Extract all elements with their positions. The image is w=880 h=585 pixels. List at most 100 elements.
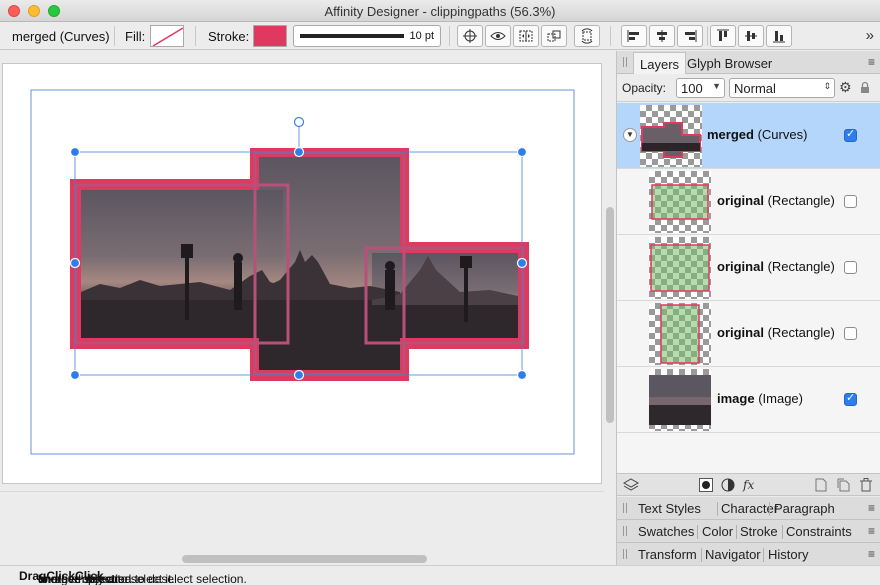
tab-history[interactable]: History	[768, 547, 808, 562]
status-message: 'merged' selected. Drag to move selectio…	[19, 569, 247, 585]
distribute-horizontal-button[interactable]	[513, 25, 539, 47]
collapse-triangle-icon[interactable]: ▼	[623, 128, 637, 142]
context-toolbar: merged (Curves) Fill: Stroke: 10 pt »	[0, 22, 880, 50]
lock-icon[interactable]	[860, 81, 870, 97]
status-bar: 'merged' selected. Drag to move selectio…	[0, 565, 880, 585]
view-mode-button[interactable]	[485, 25, 511, 47]
toolbar-divider	[449, 26, 450, 46]
chevron-down-icon: ▼	[712, 81, 721, 91]
canvas-area[interactable]	[0, 51, 615, 565]
canvas-artwork[interactable]	[0, 51, 615, 565]
adjustment-icon[interactable]	[721, 478, 735, 495]
drag-grip-icon[interactable]	[623, 526, 627, 536]
align-middle-button[interactable]	[738, 25, 764, 47]
tab-text-styles[interactable]: Text Styles	[638, 501, 701, 516]
align-top-button[interactable]	[710, 25, 736, 47]
fill-swatch[interactable]	[150, 25, 184, 47]
blend-mode-dropdown[interactable]: Normal ⇕	[729, 78, 835, 98]
layer-row-original[interactable]: original (Rectangle)	[617, 169, 880, 235]
opacity-label: Opacity:	[622, 81, 667, 95]
arrange-icon	[547, 30, 561, 42]
handle-top-right	[516, 146, 528, 158]
horizontal-scrollbar[interactable]	[182, 555, 427, 563]
align-top-icon	[717, 29, 729, 41]
window-title: Affinity Designer - clippingpaths (56.3%…	[324, 4, 556, 19]
drag-grip-icon[interactable]	[623, 503, 627, 513]
panel-menu-icon[interactable]: ≡	[868, 547, 875, 561]
drag-grip-icon[interactable]	[623, 57, 627, 67]
tab-color[interactable]: Color	[702, 524, 733, 539]
flip-horizontal-icon	[519, 30, 533, 42]
tab-navigator[interactable]: Navigator	[705, 547, 761, 562]
layers-stack-icon[interactable]	[622, 478, 640, 495]
tab-glyph-browser[interactable]: Glyph Browser	[681, 52, 778, 74]
tab-swatches[interactable]: Swatches	[638, 524, 694, 539]
rectangle-thumbnail	[651, 184, 709, 220]
layer-row-merged[interactable]: ▼ merged (Curves)	[617, 103, 880, 169]
studio-panel: Layers Glyph Browser ≡ Opacity: 100 ▼ No…	[616, 51, 880, 566]
image-thumbnail	[649, 375, 711, 425]
effects-icon[interactable]: fx	[743, 478, 754, 492]
rectangle-thumbnail	[650, 244, 710, 292]
rotate-button[interactable]	[574, 25, 600, 47]
toolbar-divider	[114, 26, 115, 46]
layer-visibility-checkbox[interactable]	[844, 261, 857, 274]
layer-visibility-checkbox[interactable]	[844, 391, 857, 406]
tab-stroke[interactable]: Stroke	[740, 524, 778, 539]
layer-thumbnail	[649, 171, 711, 233]
tab-layers[interactable]: Layers	[633, 52, 687, 74]
tab-paragraph[interactable]: Paragraph	[774, 501, 835, 516]
layer-row-image[interactable]: image (Image)	[617, 367, 880, 433]
swatches-panel-header: Swatches Color Stroke Constraints ≡	[617, 520, 880, 543]
panel-menu-icon[interactable]: ≡	[868, 501, 875, 515]
layer-thumbnail	[649, 237, 711, 299]
add-layer-icon[interactable]	[815, 478, 827, 495]
panel-menu-icon[interactable]: ≡	[868, 55, 875, 69]
blend-mode-value: Normal	[734, 81, 776, 96]
align-right-button[interactable]	[677, 25, 703, 47]
drag-grip-icon[interactable]	[623, 549, 627, 559]
layer-visibility-checkbox[interactable]	[844, 195, 857, 208]
layer-row-original[interactable]: original (Rectangle)	[617, 301, 880, 367]
align-bottom-button[interactable]	[766, 25, 792, 47]
toolbar-overflow-icon[interactable]: »	[866, 27, 874, 44]
selection-name: merged (Curves)	[12, 29, 110, 44]
layer-thumbnail	[649, 303, 711, 365]
duplicate-layer-icon[interactable]	[837, 478, 851, 495]
no-fill-icon	[152, 27, 183, 46]
mask-layer-icon[interactable]	[699, 478, 713, 495]
arrange-button[interactable]	[541, 25, 567, 47]
tab-transform[interactable]: Transform	[638, 547, 697, 562]
opacity-dropdown[interactable]: 100 ▼	[676, 78, 725, 98]
layer-visibility-checkbox[interactable]	[844, 327, 857, 340]
gear-icon[interactable]: ⚙	[839, 79, 852, 96]
text-styles-panel-header: Text Styles Character Paragraph ≡	[617, 497, 880, 520]
layers-list[interactable]: ▼ merged (Curves) original (Rectangle)	[617, 103, 880, 473]
align-center-icon	[657, 30, 667, 42]
transform-origin-button[interactable]	[457, 25, 483, 47]
rotation-handle[interactable]	[293, 116, 305, 128]
align-middle-icon	[745, 31, 757, 41]
tab-divider	[736, 525, 737, 539]
tab-divider	[717, 502, 718, 516]
tab-constraints[interactable]: Constraints	[786, 524, 852, 539]
stroke-width-slider[interactable]: 10 pt	[293, 25, 441, 47]
align-left-icon	[627, 30, 639, 42]
title-bar: Affinity Designer - clippingpaths (56.3%…	[0, 0, 880, 22]
trash-icon[interactable]	[860, 478, 872, 495]
layer-row-original[interactable]: original (Rectangle)	[617, 235, 880, 301]
stroke-width-value: 10 pt	[409, 30, 434, 42]
rectangle-thumbnail	[660, 304, 700, 364]
layer-visibility-checkbox[interactable]	[844, 127, 857, 142]
fill-label: Fill:	[125, 29, 146, 44]
crosshair-icon	[463, 29, 477, 43]
align-left-button[interactable]	[621, 25, 647, 47]
toolbar-divider	[610, 26, 611, 46]
align-center-button[interactable]	[649, 25, 675, 47]
panel-menu-icon[interactable]: ≡	[868, 524, 875, 538]
stroke-swatch[interactable]	[253, 25, 287, 47]
layer-toolbar: fx	[617, 473, 880, 496]
layers-tabbar: Layers Glyph Browser ≡	[617, 51, 880, 74]
layer-label: image (Image)	[717, 391, 803, 406]
vertical-scrollbar[interactable]	[606, 207, 614, 423]
